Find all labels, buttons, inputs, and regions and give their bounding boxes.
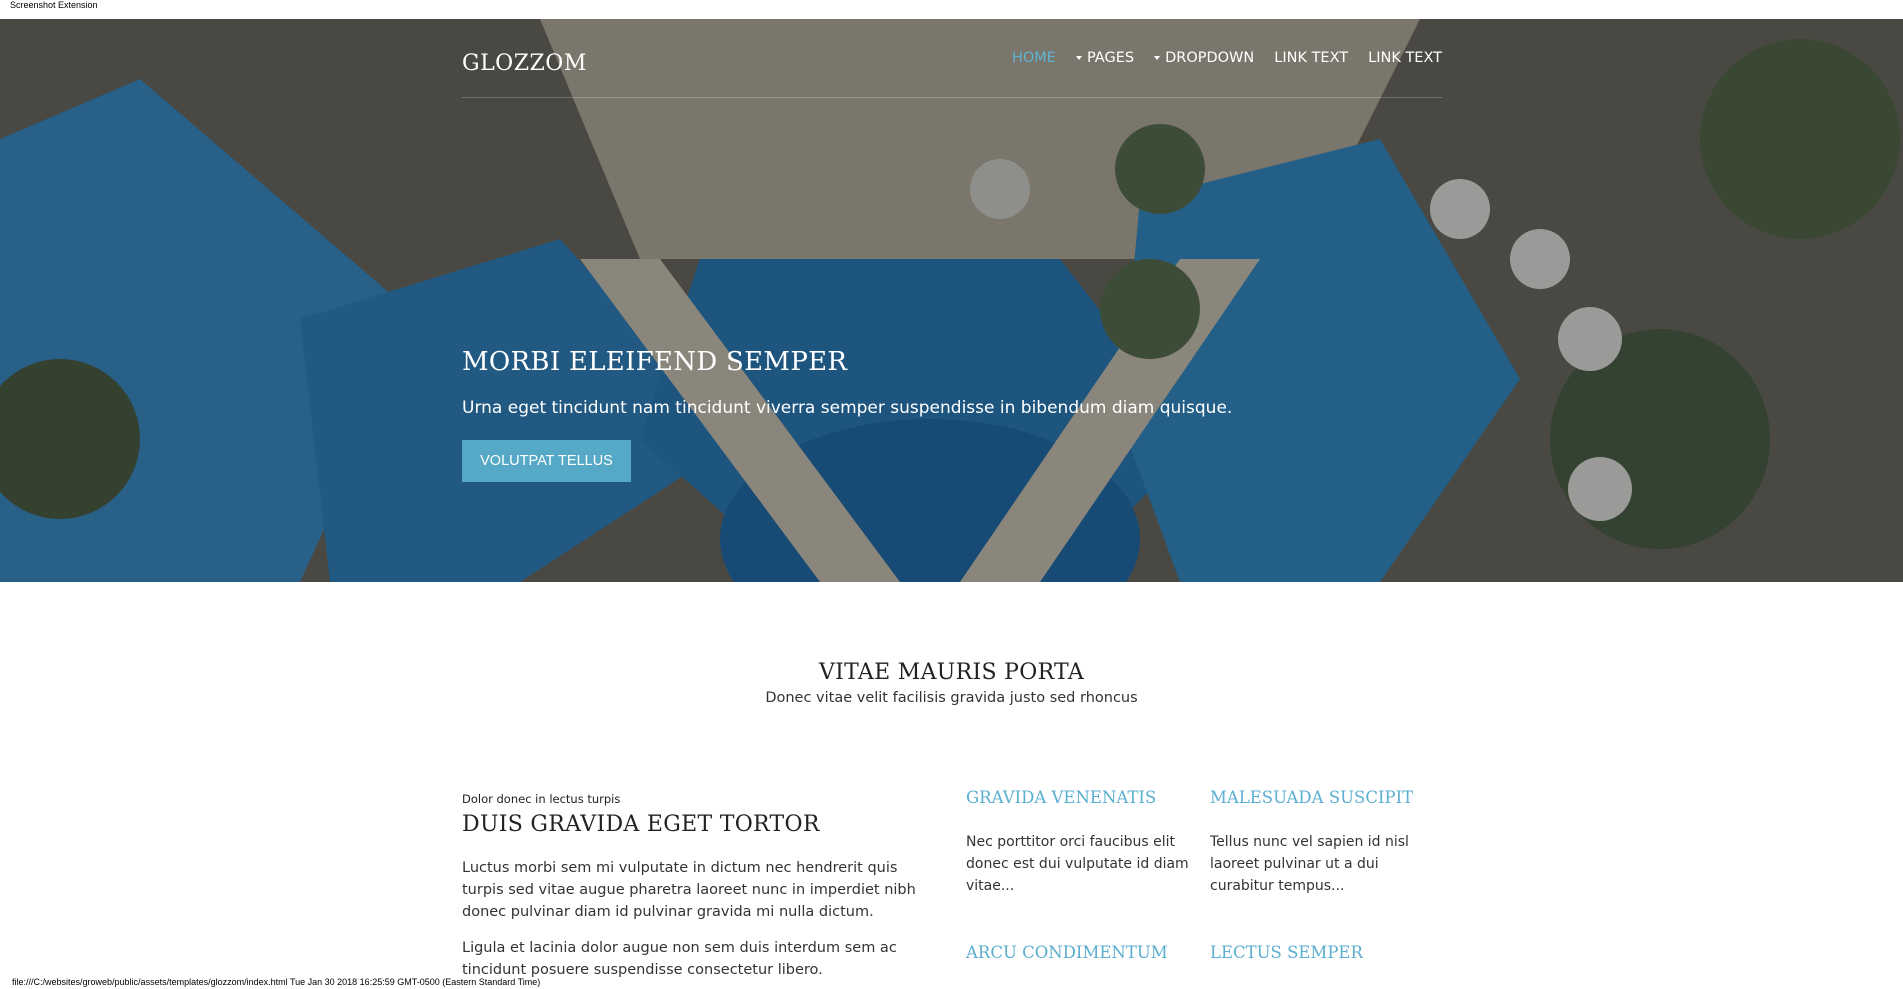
nav-item-label: LINK TEXT: [1368, 50, 1442, 66]
hero-overlay: [0, 19, 1903, 582]
nav-item-link-text-2[interactable]: LINK TEXT: [1368, 50, 1442, 66]
nav-item-dropdown[interactable]: DROPDOWN: [1154, 50, 1254, 66]
nav-item-label: HOME: [1011, 50, 1056, 66]
caret-down-icon: [1154, 56, 1161, 60]
article-paragraph: Ligula et lacinia dolor augue non sem du…: [462, 940, 897, 978]
hero-title: MORBI ELEIFEND SEMPER: [462, 347, 848, 377]
hero-banner: [0, 19, 1903, 582]
hero-subtitle: Urna eget tincidunt nam tincidunt viverr…: [462, 398, 1233, 418]
nav-item-label: PAGES: [1086, 50, 1135, 66]
main-menu: HOME PAGES DROPDOWN LINK TEXT LINK TEXT: [1012, 50, 1442, 66]
top-navbar: GLOZZOM HOME PAGES DROPDOWN LINK TEXT LI…: [462, 19, 1442, 98]
feature-title[interactable]: MALESUADA SUSCIPIT: [1210, 788, 1438, 807]
caret-down-icon: [1075, 56, 1082, 60]
article-paragraph: Luctus morbi sem mi vulputate in dictum …: [462, 860, 916, 920]
nav-item-pages[interactable]: PAGES: [1075, 50, 1135, 66]
hero-cta-button[interactable]: VOLUTPAT TELLUS: [462, 440, 631, 482]
feature-text: Tellus nunc vel sapien id nisl laoreet p…: [1210, 834, 1409, 894]
feature-title[interactable]: LECTUS SEMPER: [1210, 943, 1438, 962]
feature-title[interactable]: GRAVIDA VENENATIS: [966, 788, 1194, 807]
feature-text: Nec porttitor orci faucibus elit donec e…: [966, 834, 1189, 894]
nav-item-label: DROPDOWN: [1165, 50, 1255, 66]
feature-card: LECTUS SEMPER: [1210, 943, 1438, 962]
article-kicker: Dolor donec in lectus turpis: [462, 792, 621, 806]
article-column: Dolor donec in lectus turpis DUIS GRAVID…: [462, 792, 942, 981]
brand-logo[interactable]: GLOZZOM: [462, 51, 587, 76]
section-subtitle: Donec vitae velit facilisis gravida just…: [765, 690, 1138, 706]
article-title: DUIS GRAVIDA EGET TORTOR: [462, 812, 820, 837]
feature-card: ARCU CONDIMENTUM: [966, 943, 1194, 962]
nav-item-home[interactable]: HOME: [1012, 50, 1056, 66]
section-title: VITAE MAURIS PORTA: [818, 660, 1085, 685]
feature-title[interactable]: ARCU CONDIMENTUM: [966, 943, 1194, 962]
nav-item-label: LINK TEXT: [1274, 50, 1349, 66]
feature-card: MALESUADA SUSCIPIT Tellus nunc vel sapie…: [1210, 788, 1438, 897]
nav-item-link-text-1[interactable]: LINK TEXT: [1274, 50, 1348, 66]
extension-label: Screenshot Extension: [10, 0, 98, 10]
feature-card: GRAVIDA VENENATIS Nec porttitor orci fau…: [966, 788, 1194, 897]
browser-status-bar: file:///C:/websites/groweb/public/assets…: [10, 977, 543, 987]
